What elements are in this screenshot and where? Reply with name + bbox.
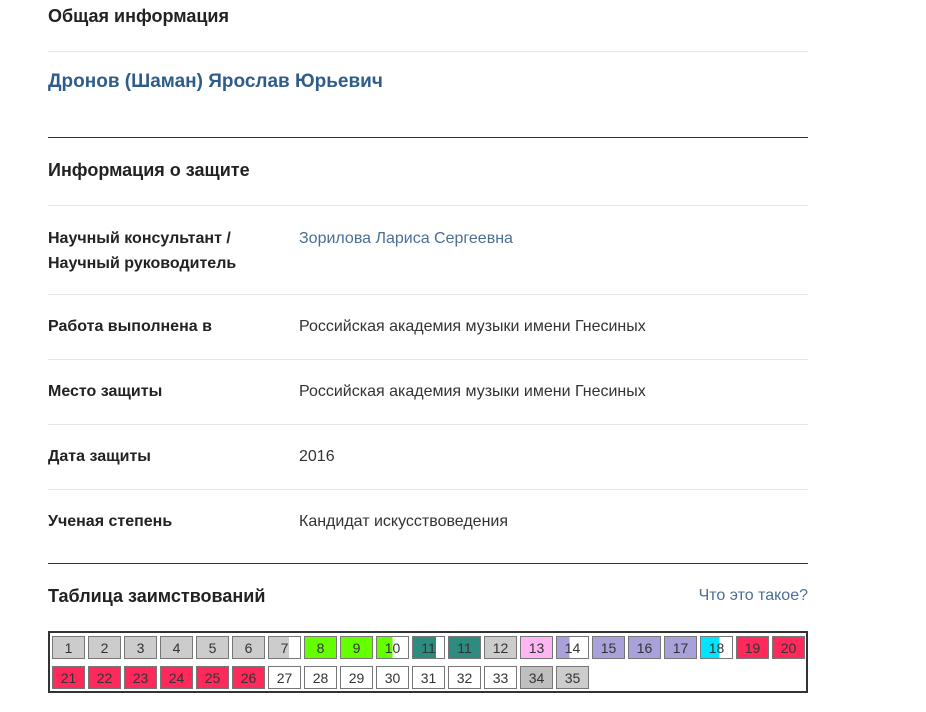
borrowing-cell[interactable]: 33	[484, 666, 517, 689]
borrowing-cell[interactable]: 15	[592, 636, 625, 659]
divider	[48, 205, 808, 206]
borrowing-cell[interactable]: 18	[700, 636, 733, 659]
divider	[48, 424, 808, 425]
borrowing-cell[interactable]: 7	[268, 636, 301, 659]
row-value-advisor: Зорилова Лариса Сергеевна	[299, 226, 513, 251]
borrowing-cell[interactable]: 25	[196, 666, 229, 689]
borrowing-cell[interactable]: 27	[268, 666, 301, 689]
borrowing-cell[interactable]: 11	[412, 636, 445, 659]
divider	[48, 359, 808, 360]
row-label-advisor-line2: Научный руководитель	[48, 255, 237, 272]
borrowing-cell[interactable]: 16	[628, 636, 661, 659]
borrowing-cell[interactable]: 6	[232, 636, 265, 659]
borrowing-cell[interactable]: 4	[160, 636, 193, 659]
borrowing-cell[interactable]: 30	[376, 666, 409, 689]
borrowing-cell[interactable]: 34	[520, 666, 553, 689]
borrowing-cell[interactable]: 35	[556, 666, 589, 689]
borrowing-cell[interactable]: 24	[160, 666, 193, 689]
row-label-advisor-line1: Научный консультант /	[48, 230, 231, 247]
borrowing-cell[interactable]: 11	[448, 636, 481, 659]
section-divider	[48, 137, 808, 138]
borrowing-cell[interactable]: 10	[376, 636, 409, 659]
person-name-link[interactable]: Дронов (Шаман) Ярослав Юрьевич	[48, 71, 383, 93]
borrowing-cell[interactable]: 5	[196, 636, 229, 659]
borrowing-cell[interactable]: 23	[124, 666, 157, 689]
help-link[interactable]: Что это такое?	[699, 587, 808, 605]
borrowings-grid: 1 2 3 4 5 6 7 8 9 10 11 11 12 13 14 15 16 17 18 19 20 21 22 23 2…	[48, 631, 808, 693]
section-title-borrowings: Таблица заимствований	[48, 586, 266, 606]
section-title-general: Общая информация	[48, 6, 229, 26]
borrowing-cell[interactable]: 22	[88, 666, 121, 689]
borrowing-cell[interactable]: 13	[520, 636, 553, 659]
divider	[48, 489, 808, 490]
borrowing-cell[interactable]: 26	[232, 666, 265, 689]
row-label-advisor: Научный консультант / Научный руководите…	[48, 226, 236, 276]
row-value-degree: Кандидат искусствоведения	[299, 513, 509, 530]
divider	[48, 51, 808, 52]
borrowing-cell[interactable]: 12	[484, 636, 517, 659]
borrowing-cell[interactable]: 3	[124, 636, 157, 659]
borrowing-cell[interactable]: 20	[772, 636, 805, 659]
borrowing-cell[interactable]: 31	[412, 666, 445, 689]
borrowing-cell[interactable]: 28	[304, 666, 337, 689]
borrowing-cell[interactable]: 17	[664, 636, 697, 659]
borrowing-cell[interactable]: 8	[304, 636, 337, 659]
borrowing-cell[interactable]: 9	[340, 636, 373, 659]
divider	[48, 294, 808, 295]
row-value-defense-date: 2016	[299, 448, 335, 465]
row-value-performed-at: Российская академия музыки имени Гнесины…	[299, 318, 646, 335]
section-divider	[48, 563, 808, 564]
borrowing-cell[interactable]: 29	[340, 666, 373, 689]
section-title-defense: Информация о защите	[48, 160, 250, 180]
borrowing-cell[interactable]: 19	[736, 636, 769, 659]
borrowing-cell[interactable]: 21	[52, 666, 85, 689]
row-label-degree: Ученая степень	[48, 513, 173, 530]
borrowing-cell[interactable]: 2	[88, 636, 121, 659]
borrowing-cell[interactable]: 1	[52, 636, 85, 659]
borrowing-cell[interactable]: 14	[556, 636, 589, 659]
row-value-defense-place: Российская академия музыки имени Гнесины…	[299, 383, 646, 400]
borrowing-cell[interactable]: 32	[448, 666, 481, 689]
row-label-defense-place: Место защиты	[48, 383, 163, 400]
row-label-defense-date: Дата защиты	[48, 448, 151, 465]
advisor-link[interactable]: Зорилова Лариса Сергеевна	[299, 230, 513, 247]
row-label-performed-at: Работа выполнена в	[48, 318, 212, 335]
